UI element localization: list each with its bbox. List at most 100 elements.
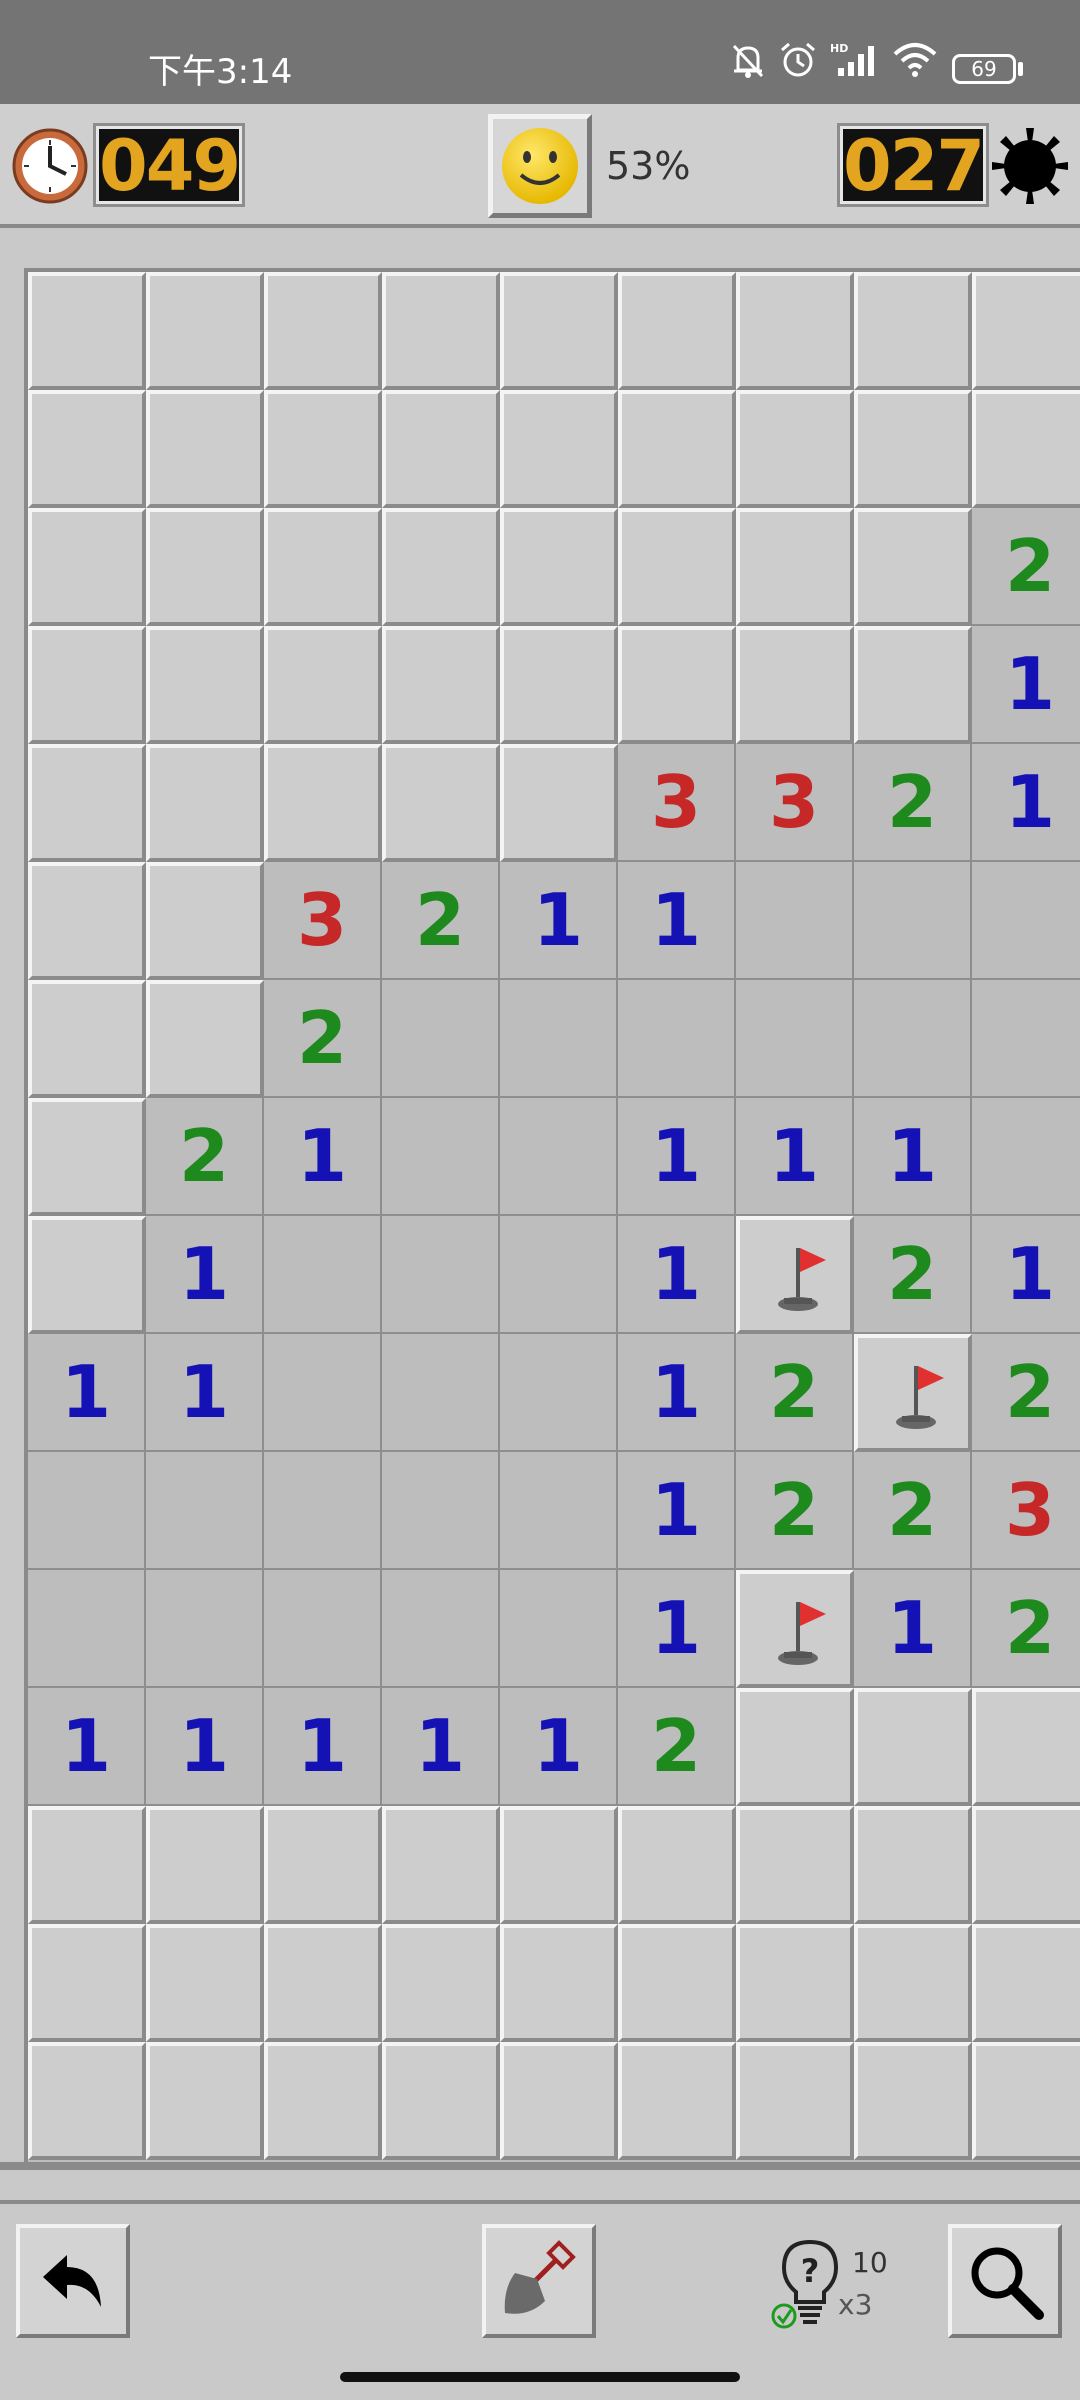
number-cell[interactable]: 1: [500, 862, 618, 980]
covered-cell[interactable]: [264, 2042, 382, 2160]
covered-cell[interactable]: [854, 508, 972, 626]
empty-cell[interactable]: [28, 1452, 146, 1570]
number-cell[interactable]: 1: [854, 1098, 972, 1216]
flagged-cell[interactable]: [854, 1334, 972, 1452]
number-cell[interactable]: 2: [972, 1334, 1080, 1452]
empty-cell[interactable]: [500, 1098, 618, 1216]
covered-cell[interactable]: [382, 390, 500, 508]
empty-cell[interactable]: [500, 1570, 618, 1688]
covered-cell[interactable]: [264, 626, 382, 744]
covered-cell[interactable]: [736, 1924, 854, 2042]
covered-cell[interactable]: [264, 1924, 382, 2042]
covered-cell[interactable]: [382, 1806, 500, 1924]
covered-cell[interactable]: [854, 390, 972, 508]
flagged-cell[interactable]: [736, 1216, 854, 1334]
covered-cell[interactable]: [972, 1806, 1080, 1924]
covered-cell[interactable]: [28, 2042, 146, 2160]
empty-cell[interactable]: [382, 1570, 500, 1688]
covered-cell[interactable]: [500, 626, 618, 744]
covered-cell[interactable]: [28, 980, 146, 1098]
covered-cell[interactable]: [146, 1806, 264, 1924]
covered-cell[interactable]: [854, 1924, 972, 2042]
number-cell[interactable]: 1: [618, 1098, 736, 1216]
covered-cell[interactable]: [264, 272, 382, 390]
covered-cell[interactable]: [972, 1924, 1080, 2042]
number-cell[interactable]: 1: [618, 1334, 736, 1452]
number-cell[interactable]: 1: [972, 626, 1080, 744]
covered-cell[interactable]: [500, 1924, 618, 2042]
empty-cell[interactable]: [618, 980, 736, 1098]
empty-cell[interactable]: [264, 1216, 382, 1334]
covered-cell[interactable]: [854, 1688, 972, 1806]
covered-cell[interactable]: [854, 272, 972, 390]
number-cell[interactable]: 2: [736, 1334, 854, 1452]
covered-cell[interactable]: [736, 1806, 854, 1924]
number-cell[interactable]: 2: [854, 1216, 972, 1334]
covered-cell[interactable]: [500, 1806, 618, 1924]
number-cell[interactable]: 2: [854, 744, 972, 862]
covered-cell[interactable]: [146, 390, 264, 508]
number-cell[interactable]: 2: [382, 862, 500, 980]
covered-cell[interactable]: [854, 626, 972, 744]
covered-cell[interactable]: [264, 390, 382, 508]
empty-cell[interactable]: [972, 862, 1080, 980]
number-cell[interactable]: 1: [28, 1334, 146, 1452]
number-cell[interactable]: 1: [28, 1688, 146, 1806]
new-game-smiley-button[interactable]: [488, 114, 592, 218]
empty-cell[interactable]: [264, 1570, 382, 1688]
empty-cell[interactable]: [736, 980, 854, 1098]
covered-cell[interactable]: [264, 1806, 382, 1924]
empty-cell[interactable]: [28, 1570, 146, 1688]
empty-cell[interactable]: [264, 1334, 382, 1452]
number-cell[interactable]: 1: [618, 1570, 736, 1688]
number-cell[interactable]: 1: [146, 1334, 264, 1452]
empty-cell[interactable]: [264, 1452, 382, 1570]
undo-button[interactable]: [16, 2224, 130, 2338]
number-cell[interactable]: 1: [736, 1098, 854, 1216]
covered-cell[interactable]: [618, 2042, 736, 2160]
covered-cell[interactable]: [146, 862, 264, 980]
number-cell[interactable]: 2: [264, 980, 382, 1098]
covered-cell[interactable]: [736, 272, 854, 390]
covered-cell[interactable]: [736, 390, 854, 508]
empty-cell[interactable]: [382, 1452, 500, 1570]
number-cell[interactable]: 1: [264, 1098, 382, 1216]
covered-cell[interactable]: [28, 272, 146, 390]
number-cell[interactable]: 1: [146, 1688, 264, 1806]
number-cell[interactable]: 1: [618, 1216, 736, 1334]
number-cell[interactable]: 2: [972, 508, 1080, 626]
covered-cell[interactable]: [146, 272, 264, 390]
covered-cell[interactable]: [972, 2042, 1080, 2160]
covered-cell[interactable]: [382, 744, 500, 862]
covered-cell[interactable]: [382, 508, 500, 626]
number-cell[interactable]: 1: [618, 862, 736, 980]
covered-cell[interactable]: [28, 744, 146, 862]
number-cell[interactable]: 2: [972, 1570, 1080, 1688]
covered-cell[interactable]: [618, 272, 736, 390]
covered-cell[interactable]: [618, 390, 736, 508]
covered-cell[interactable]: [28, 626, 146, 744]
number-cell[interactable]: 1: [382, 1688, 500, 1806]
covered-cell[interactable]: [618, 626, 736, 744]
empty-cell[interactable]: [736, 862, 854, 980]
covered-cell[interactable]: [618, 1806, 736, 1924]
covered-cell[interactable]: [736, 508, 854, 626]
covered-cell[interactable]: [28, 1924, 146, 2042]
empty-cell[interactable]: [500, 1334, 618, 1452]
number-cell[interactable]: 3: [618, 744, 736, 862]
covered-cell[interactable]: [382, 1924, 500, 2042]
covered-cell[interactable]: [854, 2042, 972, 2160]
covered-cell[interactable]: [28, 1216, 146, 1334]
number-cell[interactable]: 2: [736, 1452, 854, 1570]
covered-cell[interactable]: [618, 1924, 736, 2042]
flagged-cell[interactable]: [736, 1570, 854, 1688]
empty-cell[interactable]: [382, 1216, 500, 1334]
number-cell[interactable]: 2: [146, 1098, 264, 1216]
number-cell[interactable]: 2: [618, 1688, 736, 1806]
covered-cell[interactable]: [972, 1688, 1080, 1806]
empty-cell[interactable]: [146, 1452, 264, 1570]
number-cell[interactable]: 1: [618, 1452, 736, 1570]
covered-cell[interactable]: [264, 744, 382, 862]
number-cell[interactable]: 3: [736, 744, 854, 862]
covered-cell[interactable]: [500, 272, 618, 390]
